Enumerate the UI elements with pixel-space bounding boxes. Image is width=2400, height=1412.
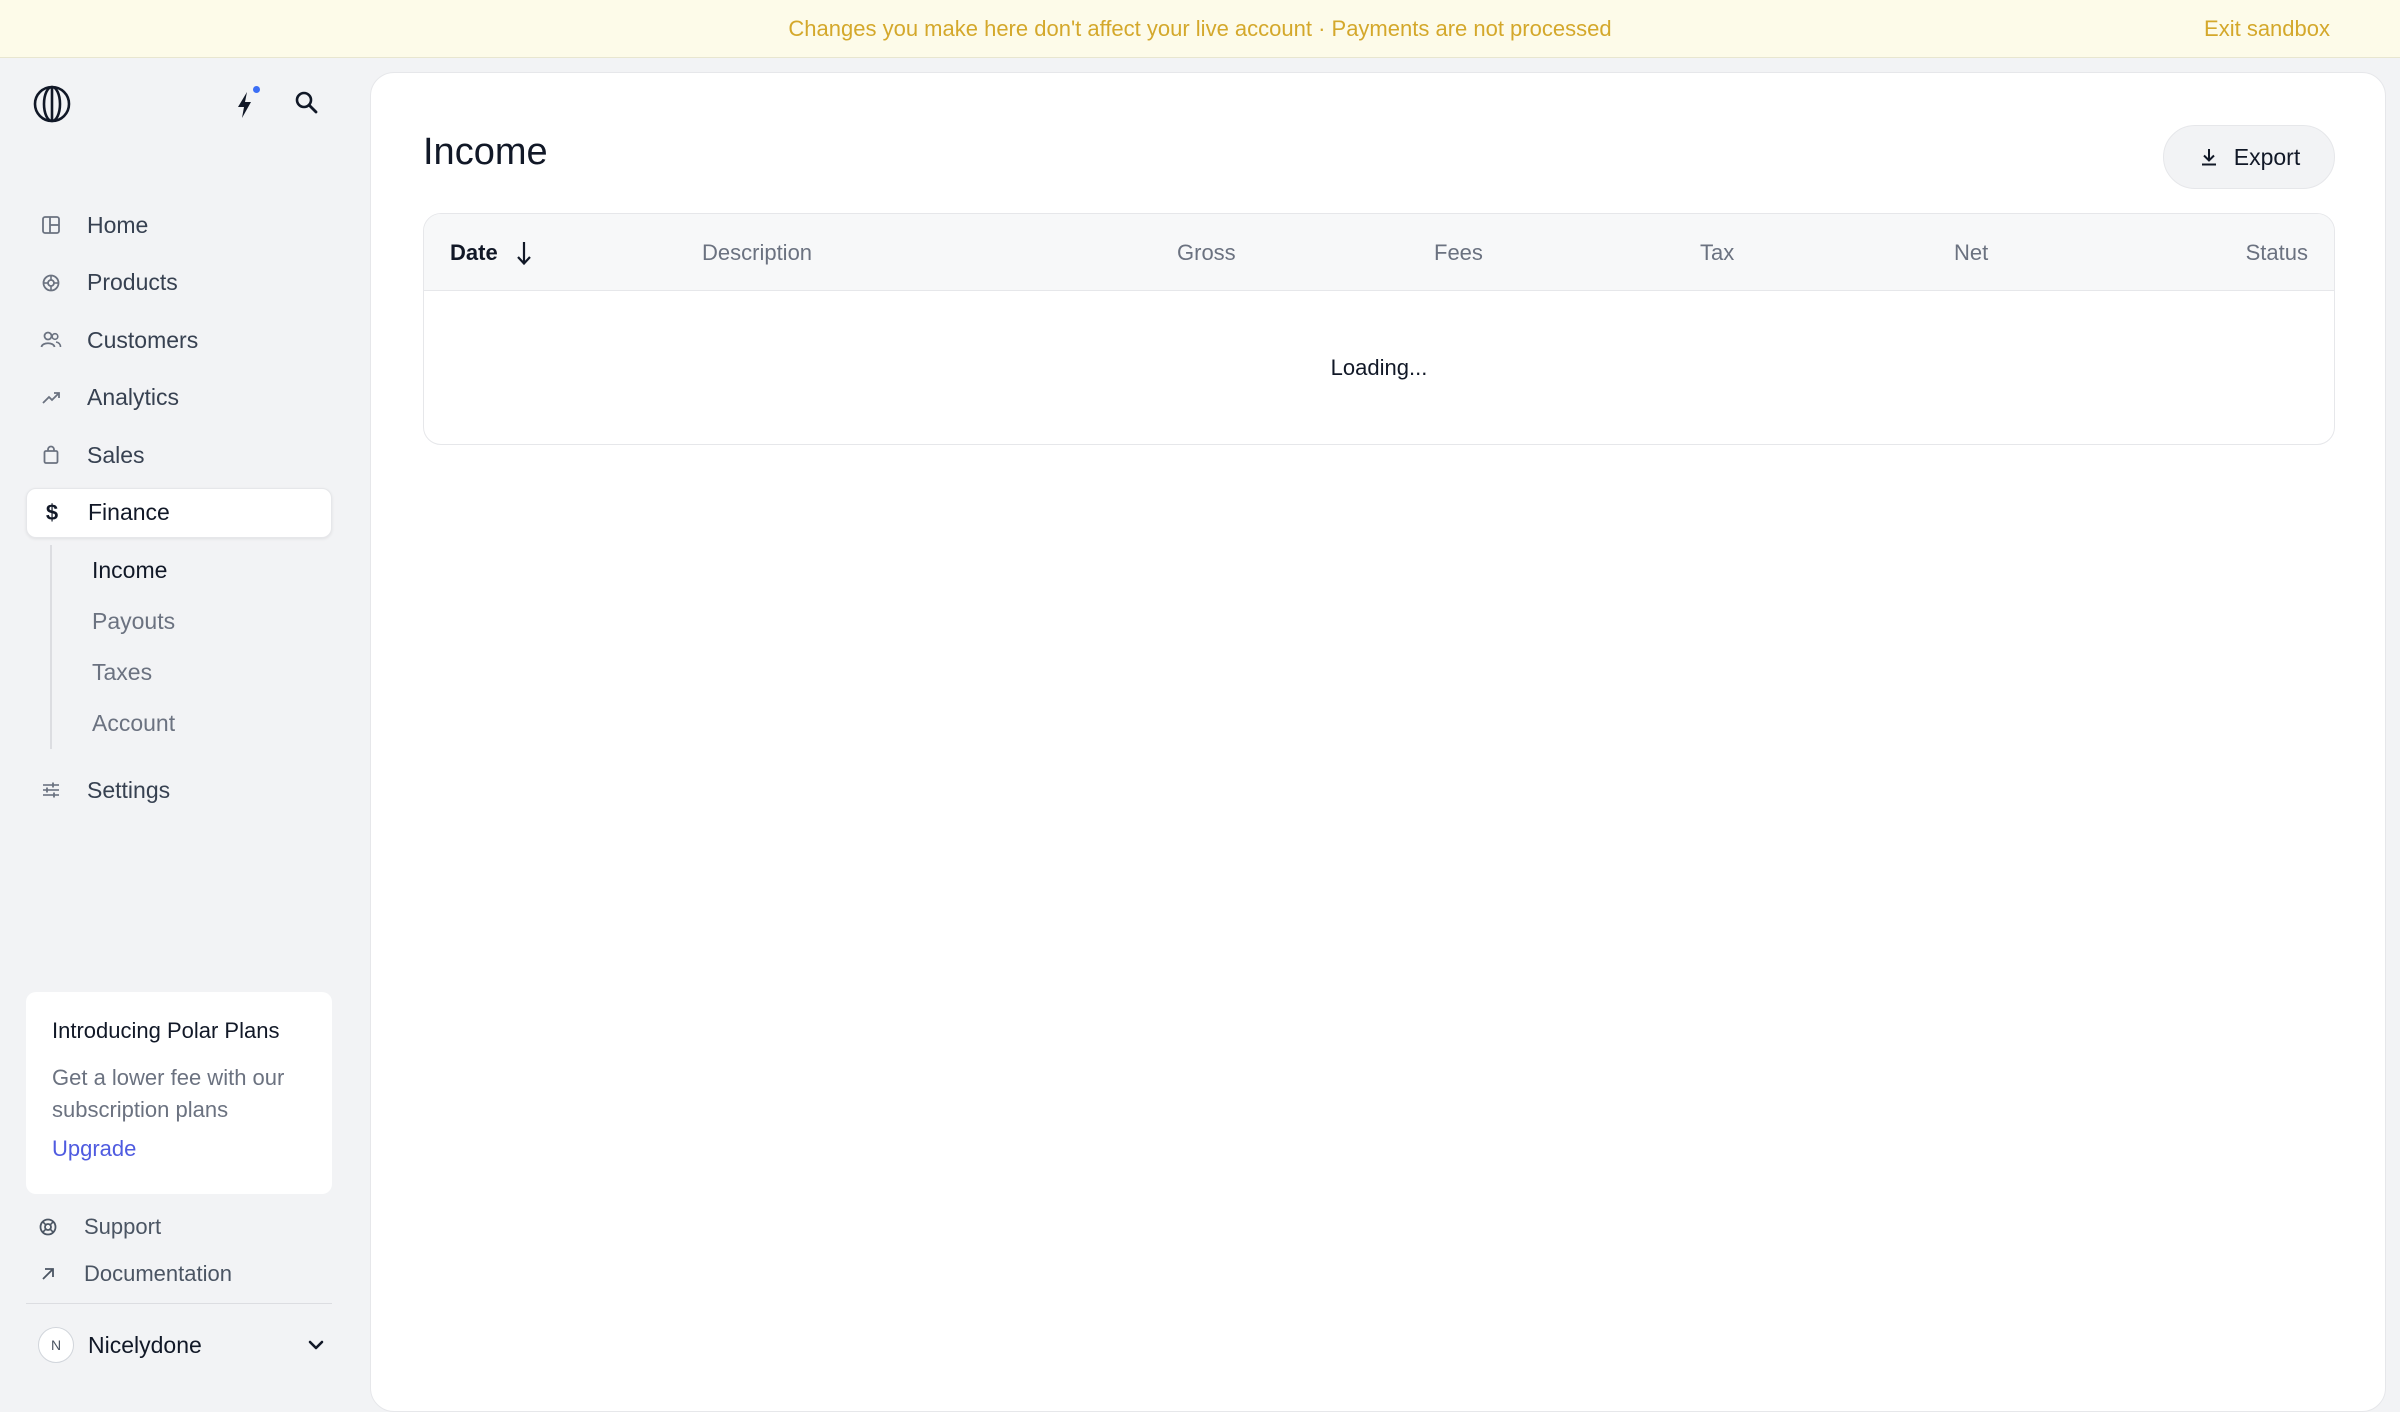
analytics-icon [40,387,62,409]
sort-descending-icon [516,241,531,265]
documentation-link[interactable]: Documentation [38,1256,232,1292]
documentation-label: Documentation [84,1261,232,1286]
sidebar-item-label: Products [87,269,178,295]
settings-icon [40,779,62,801]
income-table: Date Description Gross Fees Tax Net Stat… [423,213,2335,445]
sidebar-item-label: Analytics [87,384,180,410]
dollar-icon: $ [45,499,59,525]
promo-title: Introducing Polar Plans [52,1018,280,1043]
sidebar-item-label: Sales [87,441,145,468]
sidebar-nav: Home Products Customers Analytics Sales [26,200,332,823]
sidebar-item-customers[interactable]: Customers [26,315,332,365]
user-name: Nicelydone [88,1331,202,1358]
sidebar-item-finance[interactable]: $ Finance [26,487,332,538]
sidebar-item-settings[interactable]: Settings [26,765,332,815]
search-icon[interactable] [292,88,322,118]
arrow-up-right-icon [42,1268,54,1280]
subnav-item-taxes[interactable]: Taxes [52,647,332,698]
sandbox-banner: Changes you make here don't affect your … [0,0,2400,58]
subnav-item-account[interactable]: Account [52,698,332,749]
products-icon [40,272,62,294]
column-header-label: Date [450,240,498,265]
sidebar-item-label: Finance [88,499,170,525]
table-header: Date Description Gross Fees Tax Net Stat… [424,214,2334,291]
subnav-item-income[interactable]: Income [52,545,332,596]
sidebar-item-home[interactable]: Home [26,200,332,250]
bolt-icon[interactable] [230,88,260,122]
column-header-tax[interactable]: Tax [1700,214,1734,291]
sidebar-item-label: Customers [87,326,199,353]
finance-subnav: Income Payouts Taxes Account [50,545,332,749]
column-header-status[interactable]: Status [2246,214,2308,291]
sidebar-item-label: Home [87,211,149,238]
avatar: N [38,1327,74,1363]
sidebar-item-sales[interactable]: Sales [26,430,332,480]
sidebar-divider [26,1303,332,1304]
sidebar-item-analytics[interactable]: Analytics [26,373,332,423]
promo-description: Get a lower fee with our subscription pl… [52,1065,285,1122]
column-header-description[interactable]: Description [702,214,812,291]
support-label: Support [84,1214,162,1239]
sidebar: Home Products Customers Analytics Sales [0,58,370,1395]
support-icon [39,1218,57,1236]
subnav-item-payouts[interactable]: Payouts [52,596,332,647]
column-header-fees[interactable]: Fees [1434,214,1483,291]
chevron-down-icon [308,1340,324,1350]
export-button[interactable]: Export [2163,125,2335,189]
customers-icon [40,329,62,351]
support-link[interactable]: Support [38,1209,161,1245]
polar-plans-promo: Introducing Polar Plans Get a lower fee … [26,992,332,1194]
column-header-gross[interactable]: Gross [1177,214,1236,291]
column-header-net[interactable]: Net [1954,214,1988,291]
account-switcher[interactable]: N Nicelydone [38,1325,328,1365]
sidebar-item-products[interactable]: Products [26,258,332,308]
polar-logo-icon[interactable] [32,84,72,124]
sandbox-banner-message: Changes you make here don't affect your … [788,16,1612,41]
notification-dot [253,86,260,93]
export-label: Export [2233,143,2301,170]
loading-indicator: Loading... [1330,355,1428,380]
sidebar-item-label: Settings [87,776,171,803]
upgrade-link[interactable]: Upgrade [52,1136,136,1162]
sales-icon [40,444,62,466]
page-title: Income [423,131,548,173]
exit-sandbox-link[interactable]: Exit sandbox [2204,0,2330,58]
home-icon [40,214,62,236]
download-icon [2201,149,2216,166]
column-header-date[interactable]: Date [450,214,534,291]
main-panel: Income Export Date Description Gross Fee… [370,72,2386,1412]
